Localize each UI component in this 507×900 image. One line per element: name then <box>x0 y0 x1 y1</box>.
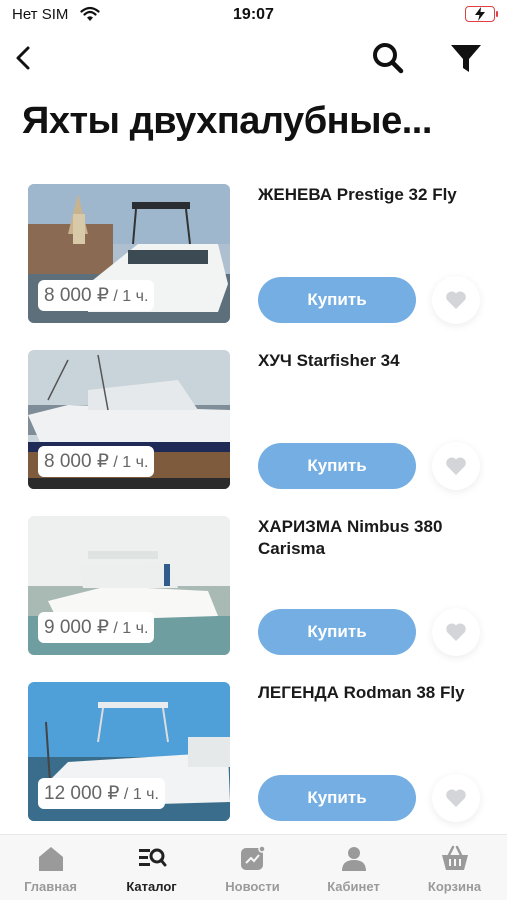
favorite-button[interactable] <box>432 774 480 822</box>
price: 8 000 ₽ <box>44 451 109 472</box>
price-unit: / 1 ч. <box>108 288 149 305</box>
buy-button[interactable]: Купить <box>258 443 416 489</box>
product-list: 8 000 ₽ / 1 ч. ЖЕНЕВА Prestige 32 Fly Ку… <box>0 182 507 846</box>
chevron-left-icon <box>16 46 30 70</box>
favorite-button[interactable] <box>432 276 480 324</box>
price: 8 000 ₽ <box>44 285 109 306</box>
tab-label: Корзина <box>427 879 482 894</box>
price-badge: 8 000 ₽ / 1 ч. <box>38 446 155 477</box>
search-button[interactable] <box>370 40 406 76</box>
profile-icon <box>341 847 366 871</box>
price-unit: / 1 ч. <box>108 620 149 637</box>
product-title[interactable]: ЖЕНЕВА Prestige 32 Fly <box>258 184 478 206</box>
heart-icon <box>446 623 466 641</box>
clock: 19:07 <box>233 6 274 23</box>
tab-profile[interactable]: Кабинет <box>303 843 404 900</box>
buy-button[interactable]: Купить <box>258 277 416 323</box>
tab-label: Главная <box>24 879 77 894</box>
tab-cart[interactable]: Корзина <box>404 843 505 900</box>
tab-label: Каталог <box>126 879 177 894</box>
tab-news[interactable]: Новости <box>202 843 303 900</box>
buy-button[interactable]: Купить <box>258 609 416 655</box>
cart-icon <box>441 845 468 870</box>
search-icon <box>373 43 404 74</box>
price-unit: / 1 ч. <box>119 786 159 803</box>
favorite-button[interactable] <box>432 442 480 490</box>
heart-icon <box>446 291 466 309</box>
tab-bar: Главная Каталог Новости Кабинет Корзина <box>0 834 507 900</box>
home-icon <box>38 847 63 871</box>
buy-button[interactable]: Купить <box>258 775 416 821</box>
tab-home[interactable]: Главная <box>0 843 101 900</box>
heart-icon <box>446 789 466 807</box>
product-title[interactable]: ЛЕГЕНДА Rodman 38 Fly <box>258 682 478 704</box>
catalog-icon <box>138 848 166 867</box>
product-card[interactable]: 9 000 ₽ / 1 ч. ХАРИЗМА Nimbus 380 Carism… <box>0 514 507 680</box>
price-unit: / 1 ч. <box>108 454 149 471</box>
product-title[interactable]: ХУЧ Starfisher 34 <box>258 350 478 372</box>
back-button[interactable] <box>10 40 38 76</box>
favorite-button[interactable] <box>432 608 480 656</box>
navigation-bar <box>0 36 507 80</box>
product-image[interactable]: 9 000 ₽ / 1 ч. <box>28 516 230 655</box>
news-icon <box>240 845 266 870</box>
price-badge: 9 000 ₽ / 1 ч. <box>38 612 155 643</box>
tab-label: Новости <box>225 879 280 894</box>
tab-label: Кабинет <box>327 879 380 894</box>
battery-icon <box>465 6 498 22</box>
tab-catalog[interactable]: Каталог <box>101 843 202 900</box>
page-title: Яхты двухпалубные... <box>22 100 432 142</box>
product-card[interactable]: 8 000 ₽ / 1 ч. ХУЧ Starfisher 34 Купить <box>0 348 507 514</box>
price-badge: 8 000 ₽ / 1 ч. <box>38 280 155 311</box>
status-bar: Нет SIM 19:07 <box>0 0 507 30</box>
product-card[interactable]: 12 000 ₽ / 1 ч. ЛЕГЕНДА Rodman 38 Fly Ку… <box>0 680 507 846</box>
product-image[interactable]: 8 000 ₽ / 1 ч. <box>28 184 230 323</box>
product-card[interactable]: 8 000 ₽ / 1 ч. ЖЕНЕВА Prestige 32 Fly Ку… <box>0 182 507 348</box>
price-badge: 12 000 ₽ / 1 ч. <box>38 778 165 809</box>
filter-button[interactable] <box>448 40 484 76</box>
heart-icon <box>446 457 466 475</box>
product-image[interactable]: 8 000 ₽ / 1 ч. <box>28 350 230 489</box>
product-image[interactable]: 12 000 ₽ / 1 ч. <box>28 682 230 821</box>
filter-icon <box>451 45 481 72</box>
product-title[interactable]: ХАРИЗМА Nimbus 380 Carisma <box>258 516 478 560</box>
price: 9 000 ₽ <box>44 617 109 638</box>
price: 12 000 ₽ <box>44 783 120 804</box>
